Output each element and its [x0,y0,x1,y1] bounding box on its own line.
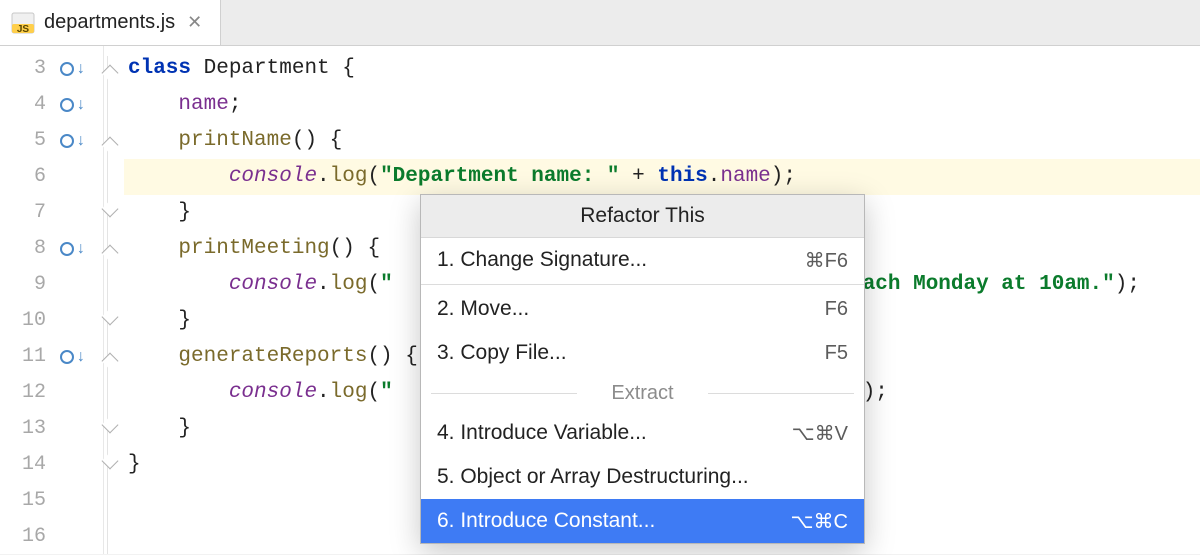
line-number: 6 [0,159,56,195]
menu-item-label: 2. Move... [437,297,529,321]
override-gutter-icon[interactable]: ↓ [60,241,86,257]
line-number: 7 [0,195,56,231]
menu-item-label: 5. Object or Array Destructuring... [437,465,749,489]
popup-section-extract: Extract [421,379,864,407]
refactor-popup: Refactor This 1. Change Signature... ⌘F6… [420,194,865,544]
refactor-destructuring[interactable]: 5. Object or Array Destructuring... [421,455,864,499]
line-number: 4 [0,87,56,123]
fold-toggle-icon[interactable] [102,309,119,326]
menu-item-label: 4. Introduce Variable... [437,421,647,445]
menu-item-shortcut: F5 [825,342,848,365]
fold-toggle-icon[interactable] [102,453,119,470]
fold-toggle-icon[interactable] [102,65,119,82]
refactor-move[interactable]: 2. Move... F6 [421,287,864,331]
menu-item-shortcut: ⌥⌘C [791,509,849,534]
line-number: 16 [0,519,56,555]
line-number: 5 [0,123,56,159]
refactor-change-signature[interactable]: 1. Change Signature... ⌘F6 [421,238,864,282]
line-number: 12 [0,375,56,411]
fold-toggle-icon[interactable] [102,417,119,434]
override-gutter-icon[interactable]: ↓ [60,133,86,149]
line-number: 8 [0,231,56,267]
tab-bar: JS departments.js ✕ [0,0,1200,46]
menu-item-label: 6. Introduce Constant... [437,509,655,533]
line-number-gutter: 3 4 5 6 7 8 9 10 11 12 13 14 15 16 [0,46,56,554]
fold-toggle-icon[interactable] [102,353,119,370]
line-number: 9 [0,267,56,303]
override-gutter-icon[interactable]: ↓ [60,97,86,113]
override-gutter-icon[interactable]: ↓ [60,61,86,77]
menu-item-shortcut: ⌥⌘V [792,421,848,446]
popup-title: Refactor This [421,195,864,238]
line-number: 10 [0,303,56,339]
override-gutter-icon[interactable]: ↓ [60,349,86,365]
line-number: 11 [0,339,56,375]
tab-filename: departments.js [44,11,175,34]
line-number: 14 [0,447,56,483]
menu-item-shortcut: ⌘F6 [805,248,848,273]
refactor-introduce-constant[interactable]: 6. Introduce Constant... ⌥⌘C [421,499,864,543]
fold-toggle-icon[interactable] [102,245,119,262]
line-number: 13 [0,411,56,447]
svg-text:JS: JS [17,24,30,35]
menu-item-label: 1. Change Signature... [437,248,647,272]
gutter-icons: ↓ ↓ ↓ ↓ ↓ [56,46,104,554]
close-tab-icon[interactable]: ✕ [183,12,206,33]
separator [421,284,864,285]
editor-tab[interactable]: JS departments.js ✕ [0,0,221,45]
fold-toggle-icon[interactable] [102,137,119,154]
menu-item-label: 3. Copy File... [437,341,567,365]
menu-item-shortcut: F6 [825,298,848,321]
fold-toggle-icon[interactable] [102,201,119,218]
js-file-icon: JS [10,10,36,36]
refactor-copy-file[interactable]: 3. Copy File... F5 [421,331,864,375]
line-number: 3 [0,51,56,87]
fold-gutter [104,46,124,554]
line-number: 15 [0,483,56,519]
refactor-introduce-variable[interactable]: 4. Introduce Variable... ⌥⌘V [421,411,864,455]
